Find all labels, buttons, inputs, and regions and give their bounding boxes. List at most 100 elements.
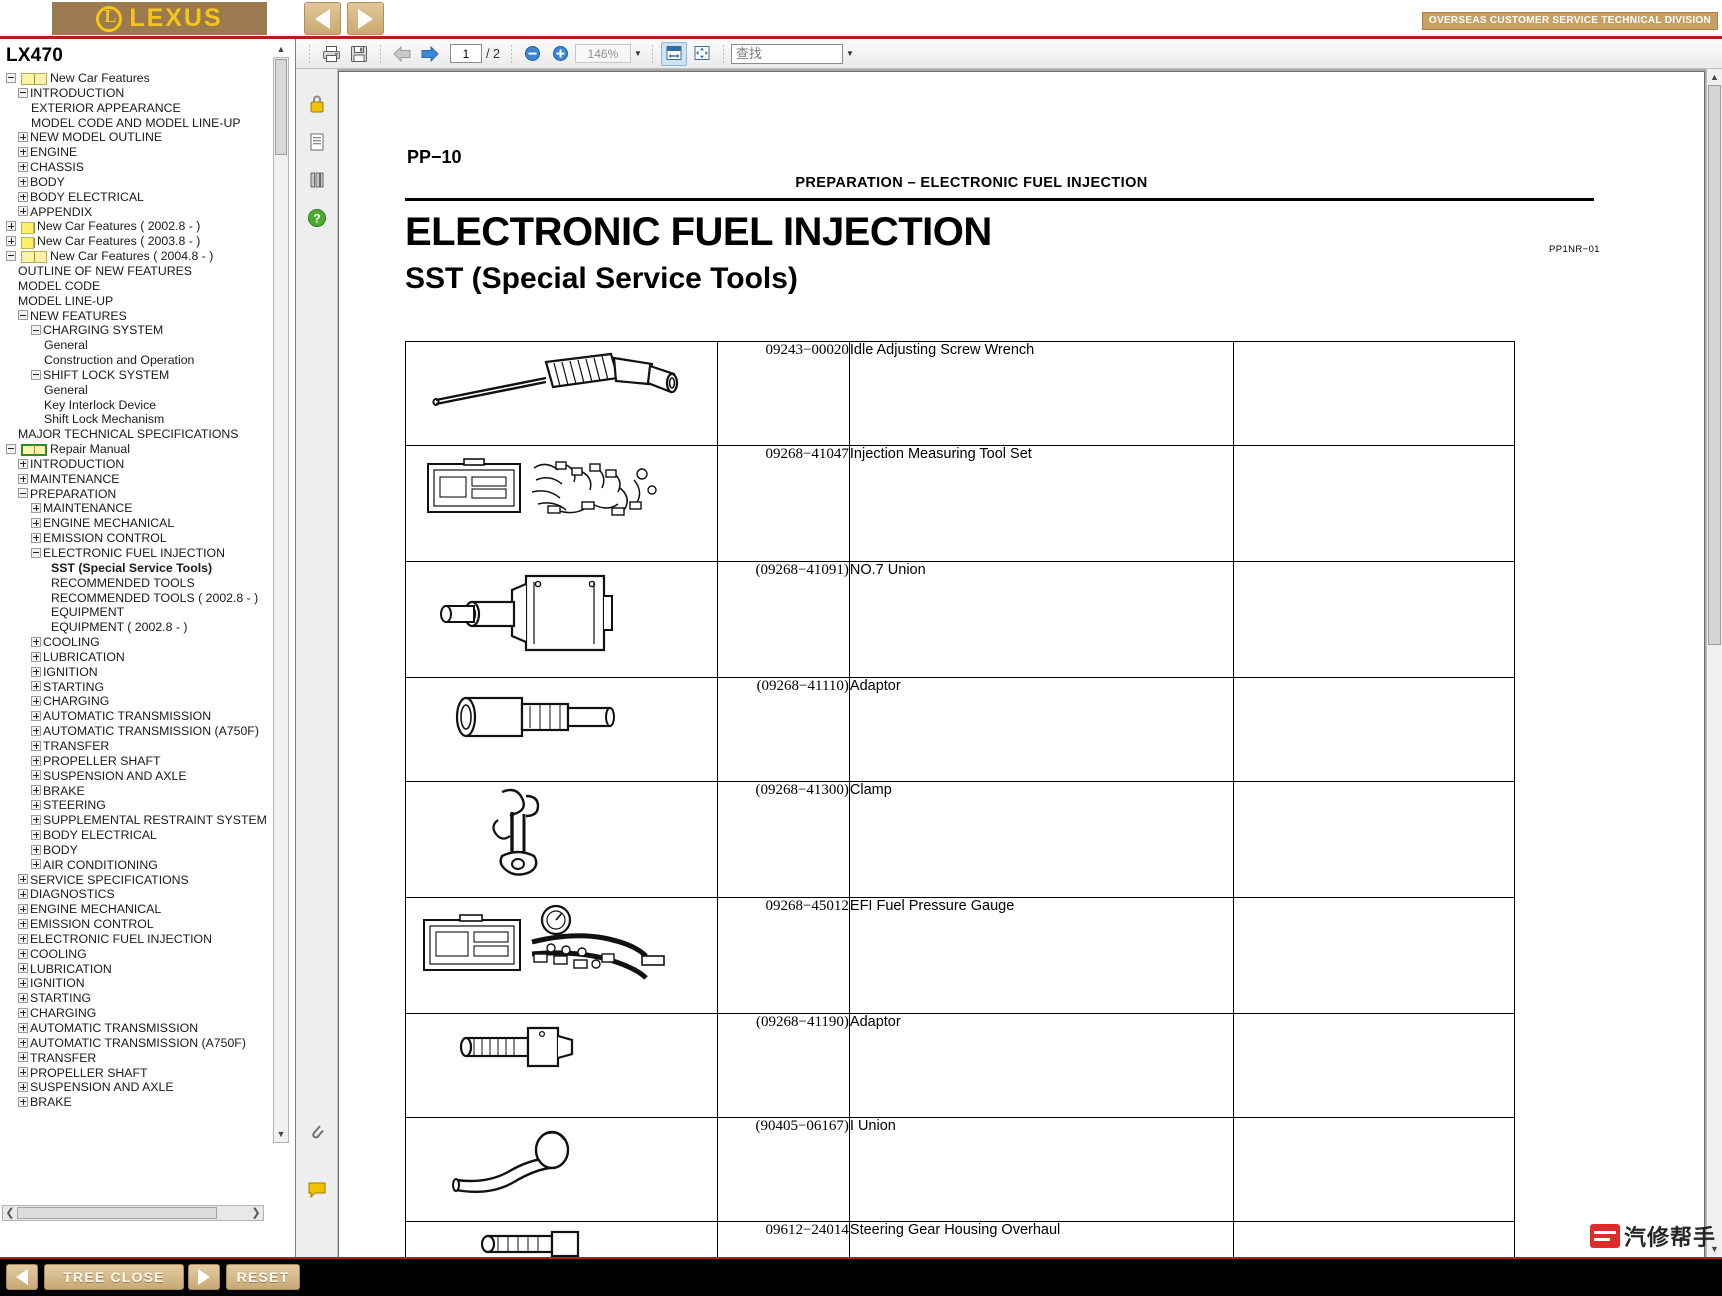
tree-item[interactable]: NEW FEATURES [0,309,276,324]
page-number-input[interactable]: 1 [450,44,482,63]
expand-icon[interactable] [18,933,28,944]
tree-item[interactable]: SHIFT LOCK SYSTEM [0,368,276,383]
expand-icon[interactable] [31,785,41,796]
expand-icon[interactable] [31,800,41,811]
tree-item[interactable]: BRAKE [0,1095,276,1110]
tree-item[interactable]: MODEL CODE AND MODEL LINE-UP [0,116,276,131]
expand-icon[interactable] [31,651,41,662]
expand-icon[interactable] [31,755,41,766]
expand-icon[interactable] [18,1082,28,1093]
tree-item[interactable]: AUTOMATIC TRANSMISSION (A750F) [0,1036,276,1051]
tree-item[interactable]: SERVICE SPECIFICATIONS [0,873,276,888]
tree-item[interactable]: Shift Lock Mechanism [0,412,276,427]
tree-item[interactable]: ENGINE MECHANICAL [0,902,276,917]
tree-item[interactable]: CHASSIS [0,160,276,175]
tree-item[interactable]: CHARGING [0,1006,276,1021]
tree-item[interactable]: APPENDIX [0,205,276,220]
expand-icon[interactable] [18,889,28,900]
tree-item[interactable]: New Car Features ( 2003.8 - ) [0,234,276,249]
collapse-icon[interactable] [18,310,28,321]
expand-icon[interactable] [31,696,41,707]
tree-item[interactable]: General [0,383,276,398]
banner-back-button[interactable] [304,2,341,35]
tree-item[interactable]: COOLING [0,635,276,650]
zoom-in-button[interactable] [548,42,574,66]
tree-item[interactable]: LUBRICATION [0,650,276,665]
comment-icon[interactable] [304,1177,330,1203]
tree-item[interactable]: PREPARATION [0,487,276,502]
expand-icon[interactable] [18,191,28,202]
tree-item[interactable]: CHARGING SYSTEM [0,323,276,338]
expand-icon[interactable] [31,518,41,529]
tree-item[interactable]: ENGINE MECHANICAL [0,516,276,531]
expand-icon[interactable] [31,711,41,722]
bookmark-icon[interactable] [304,167,330,193]
tree-item[interactable]: BRAKE [0,784,276,799]
tree-item[interactable]: ELECTRONIC FUEL INJECTION [0,546,276,561]
expand-icon[interactable] [18,146,28,157]
tree-item[interactable]: TRANSFER [0,1051,276,1066]
tree-item[interactable]: SUPPLEMENTAL RESTRAINT SYSTEM [0,813,276,828]
expand-icon[interactable] [18,874,28,885]
expand-icon[interactable] [18,161,28,172]
collapse-icon[interactable] [6,250,16,261]
fit-page-button[interactable] [689,42,715,66]
expand-icon[interactable] [31,844,41,855]
expand-icon[interactable] [18,176,28,187]
collapse-icon[interactable] [18,87,28,98]
collapse-icon[interactable] [31,369,41,380]
tree-item[interactable]: ENGINE [0,145,276,160]
expand-icon[interactable] [31,814,41,825]
scroll-right-icon[interactable]: ❯ [249,1206,263,1220]
tree-item[interactable]: INTRODUCTION [0,86,276,101]
expand-icon[interactable] [31,725,41,736]
tree-item[interactable]: EQUIPMENT ( 2002.8 - ) [0,620,276,635]
tree-item[interactable]: General [0,338,276,353]
tree-item[interactable]: IGNITION [0,976,276,991]
tree-item[interactable]: IGNITION [0,665,276,680]
tree-item[interactable]: EQUIPMENT [0,605,276,620]
tree-item[interactable]: New Car Features ( 2004.8 - ) [0,249,276,264]
page-icon[interactable] [304,129,330,155]
tree-item[interactable]: INTRODUCTION [0,457,276,472]
lock-icon[interactable] [304,91,330,117]
expand-icon[interactable] [18,978,28,989]
expand-icon[interactable] [31,666,41,677]
expand-icon[interactable] [18,904,28,914]
tree-vertical-scrollbar[interactable]: ▲ ▼ [273,44,289,1143]
expand-icon[interactable] [18,918,28,929]
tree-scroll-area[interactable]: New Car Features INTRODUCTION EXTERIOR APP… [0,71,276,1143]
tree-item[interactable]: MODEL CODE [0,279,276,294]
expand-icon[interactable] [31,681,41,692]
expand-icon[interactable] [6,236,16,247]
expand-icon[interactable] [31,829,41,840]
save-button[interactable] [346,42,372,66]
tree-item[interactable]: MODEL LINE-UP [0,294,276,309]
tree-item[interactable]: BODY ELECTRICAL [0,828,276,843]
scroll-left-icon[interactable]: ❮ [3,1206,17,1220]
expand-icon[interactable] [18,1037,28,1048]
expand-icon[interactable] [18,473,28,484]
banner-forward-button[interactable] [347,2,384,35]
scroll-down-icon[interactable]: ▼ [275,1127,287,1141]
tree-item[interactable]: BODY [0,175,276,190]
tree-item[interactable]: RECOMMENDED TOOLS ( 2002.8 - ) [0,591,276,606]
chevron-down-icon[interactable]: ▼ [631,44,645,63]
search-input[interactable]: 查找 [730,43,843,64]
tree-item[interactable]: SUSPENSION AND AXLE [0,769,276,784]
tree-item[interactable]: EMISSION CONTROL [0,917,276,932]
expand-icon[interactable] [18,993,28,1004]
tree-prev-button[interactable] [6,1264,38,1290]
tree-item[interactable]: CHARGING [0,694,276,709]
expand-icon[interactable] [18,132,28,143]
expand-icon[interactable] [18,458,28,469]
attachment-icon[interactable] [304,1119,330,1145]
expand-icon[interactable] [18,963,28,974]
tree-item[interactable]: LUBRICATION [0,962,276,977]
tree-horizontal-scrollbar[interactable]: ❮ ❯ [2,1205,264,1221]
tree-hscroll-thumb[interactable] [17,1207,217,1219]
tree-item[interactable]: TRANSFER [0,739,276,754]
expand-icon[interactable] [31,770,41,781]
tree-item[interactable]: OUTLINE OF NEW FEATURES [0,264,276,279]
scroll-up-icon[interactable]: ▲ [275,42,287,56]
